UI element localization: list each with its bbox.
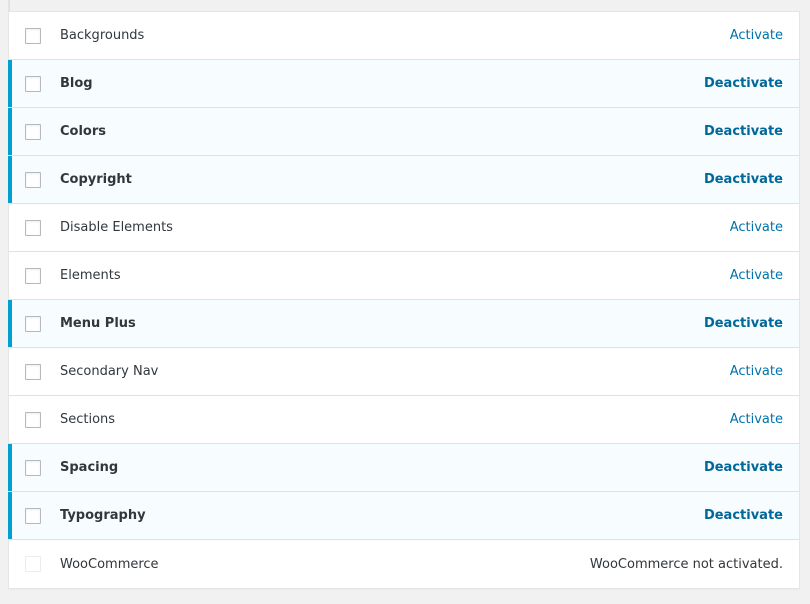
module-row-woocommerce: WooCommerce WooCommerce not activated. xyxy=(9,540,799,588)
module-row-disable-elements: Disable Elements Activate xyxy=(9,204,799,252)
select-checkbox[interactable] xyxy=(25,171,41,188)
select-checkbox[interactable] xyxy=(25,27,41,44)
module-name: Typography xyxy=(60,508,146,523)
deactivate-link[interactable]: Deactivate xyxy=(704,460,783,475)
activate-link[interactable]: Activate xyxy=(730,28,783,43)
module-row-elements: Elements Activate xyxy=(9,252,799,300)
top-edge xyxy=(8,0,10,11)
module-name: Elements xyxy=(60,268,121,283)
activate-link[interactable]: Activate xyxy=(730,220,783,235)
activate-link[interactable]: Activate xyxy=(730,268,783,283)
modules-list: Backgrounds Activate Blog Deactivate Col… xyxy=(8,11,800,589)
module-name: Copyright xyxy=(60,172,132,187)
select-checkbox[interactable] xyxy=(25,267,41,284)
module-name: Colors xyxy=(60,124,107,139)
module-name: Menu Plus xyxy=(60,316,136,331)
module-row-copyright: Copyright Deactivate xyxy=(8,156,799,204)
module-name: Secondary Nav xyxy=(60,364,159,379)
select-checkbox[interactable] xyxy=(25,459,41,476)
module-name: Sections xyxy=(60,412,116,427)
select-checkbox[interactable] xyxy=(25,219,41,236)
select-checkbox[interactable] xyxy=(25,123,41,140)
select-checkbox[interactable] xyxy=(25,75,41,92)
module-row-colors: Colors Deactivate xyxy=(8,108,799,156)
deactivate-link[interactable]: Deactivate xyxy=(704,316,783,331)
select-checkbox[interactable] xyxy=(25,315,41,332)
select-checkbox[interactable] xyxy=(25,411,41,428)
deactivate-link[interactable]: Deactivate xyxy=(704,508,783,523)
select-checkbox[interactable] xyxy=(25,507,41,524)
select-checkbox[interactable] xyxy=(25,363,41,380)
module-row-menu-plus: Menu Plus Deactivate xyxy=(8,300,799,348)
module-row-typography: Typography Deactivate xyxy=(8,492,799,540)
module-name: Disable Elements xyxy=(60,220,173,235)
module-row-blog: Blog Deactivate xyxy=(8,60,799,108)
module-name: Blog xyxy=(60,76,93,91)
module-row-spacing: Spacing Deactivate xyxy=(8,444,799,492)
activate-link[interactable]: Activate xyxy=(730,364,783,379)
module-row-secondary-nav: Secondary Nav Activate xyxy=(9,348,799,396)
module-row-sections: Sections Activate xyxy=(9,396,799,444)
module-row-backgrounds: Backgrounds Activate xyxy=(9,12,799,60)
deactivate-link[interactable]: Deactivate xyxy=(704,76,783,91)
status-text: WooCommerce not activated. xyxy=(589,556,783,572)
deactivate-link[interactable]: Deactivate xyxy=(704,124,783,139)
module-name: Backgrounds xyxy=(60,28,145,43)
module-name: Spacing xyxy=(60,460,119,475)
module-name: WooCommerce xyxy=(60,556,159,572)
deactivate-link[interactable]: Deactivate xyxy=(704,172,783,187)
activate-link[interactable]: Activate xyxy=(730,412,783,427)
select-checkbox-disabled xyxy=(25,556,41,572)
